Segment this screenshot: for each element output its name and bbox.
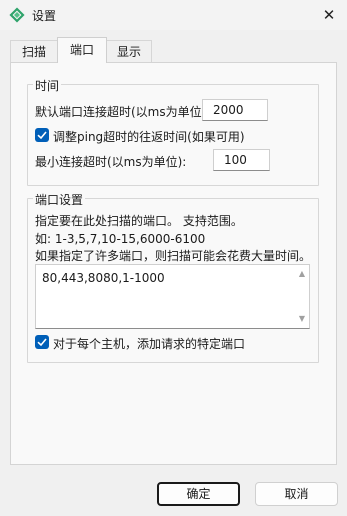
close-button[interactable]: ✕ <box>318 4 340 26</box>
scroll-up-arrow-icon[interactable]: ▲ <box>295 267 309 281</box>
min-timeout-input[interactable]: 100 <box>213 149 270 171</box>
checkmark-icon <box>37 338 47 347</box>
port-desc-line3: 如果指定了许多端口，则扫描可能会花费大量时间。 <box>35 249 312 263</box>
port-group-legend: 端口设置 <box>33 191 86 208</box>
ports-value: 80,443,8080,1-1000 <box>42 271 165 285</box>
cancel-button[interactable]: 取消 <box>255 482 338 506</box>
add-requested-ports-checkbox[interactable] <box>35 335 49 349</box>
window-title: 设置 <box>32 9 57 23</box>
ports-textarea[interactable]: 80,443,8080,1-1000 ▲ ▼ <box>35 264 310 329</box>
port-desc-line2: 如: 1-3,5,7,10-15,6000-6100 <box>35 232 206 246</box>
ports-scrollbar[interactable]: ▲ ▼ <box>295 265 309 328</box>
tab-display[interactable]: 显示 <box>106 40 152 62</box>
tab-scan[interactable]: 扫描 <box>10 40 58 62</box>
tab-ports[interactable]: 端口 <box>57 37 107 63</box>
port-desc-line1: 指定要在此处扫描的端口。 支持范围。 <box>35 214 243 228</box>
checkmark-icon <box>37 131 47 140</box>
default-timeout-input[interactable]: 2000 <box>202 99 268 121</box>
min-timeout-label: 最小连接超时(以ms为单位): <box>35 155 187 169</box>
adjust-ping-label: 调整ping超时的往返时间(如果可用) <box>53 130 245 144</box>
app-logo-icon <box>8 6 26 24</box>
time-group-legend: 时间 <box>33 77 62 94</box>
adjust-ping-checkbox[interactable] <box>35 128 49 142</box>
add-requested-ports-label: 对于每个主机，添加请求的特定端口 <box>53 337 246 351</box>
ok-button[interactable]: 确定 <box>157 482 240 506</box>
default-timeout-label: 默认端口连接超时(以ms为单位): <box>35 105 211 119</box>
scroll-down-arrow-icon[interactable]: ▼ <box>295 312 309 326</box>
